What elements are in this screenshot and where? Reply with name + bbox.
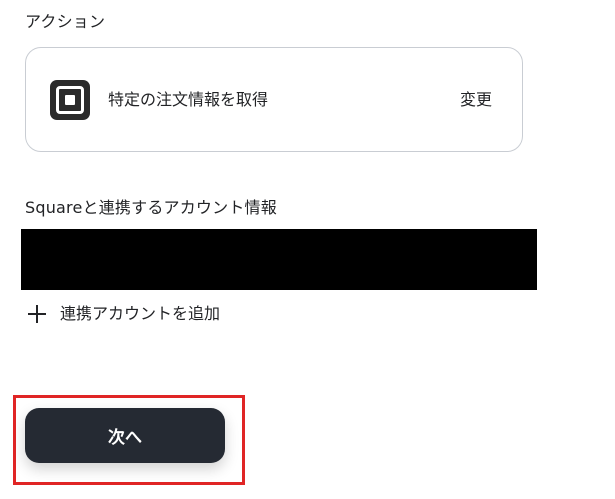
- action-section-title: アクション: [25, 12, 106, 31]
- add-account-link[interactable]: 連携アカウントを追加: [28, 302, 220, 326]
- account-select-redacted[interactable]: [21, 229, 537, 290]
- add-account-label: 連携アカウントを追加: [60, 304, 221, 323]
- action-card[interactable]: 特定の注文情報を取得 変更: [25, 47, 523, 152]
- page: アクション 特定の注文情報を取得 変更 Squareと連携するアカウント情報 連…: [0, 0, 615, 499]
- change-action-link[interactable]: 変更: [460, 89, 492, 111]
- next-button[interactable]: 次へ: [25, 408, 225, 463]
- account-section-title: Squareと連携するアカウント情報: [25, 198, 277, 217]
- square-logo-icon: [50, 80, 90, 120]
- plus-icon: [28, 305, 46, 323]
- square-logo-core: [65, 95, 75, 105]
- action-label: 特定の注文情報を取得: [108, 90, 269, 109]
